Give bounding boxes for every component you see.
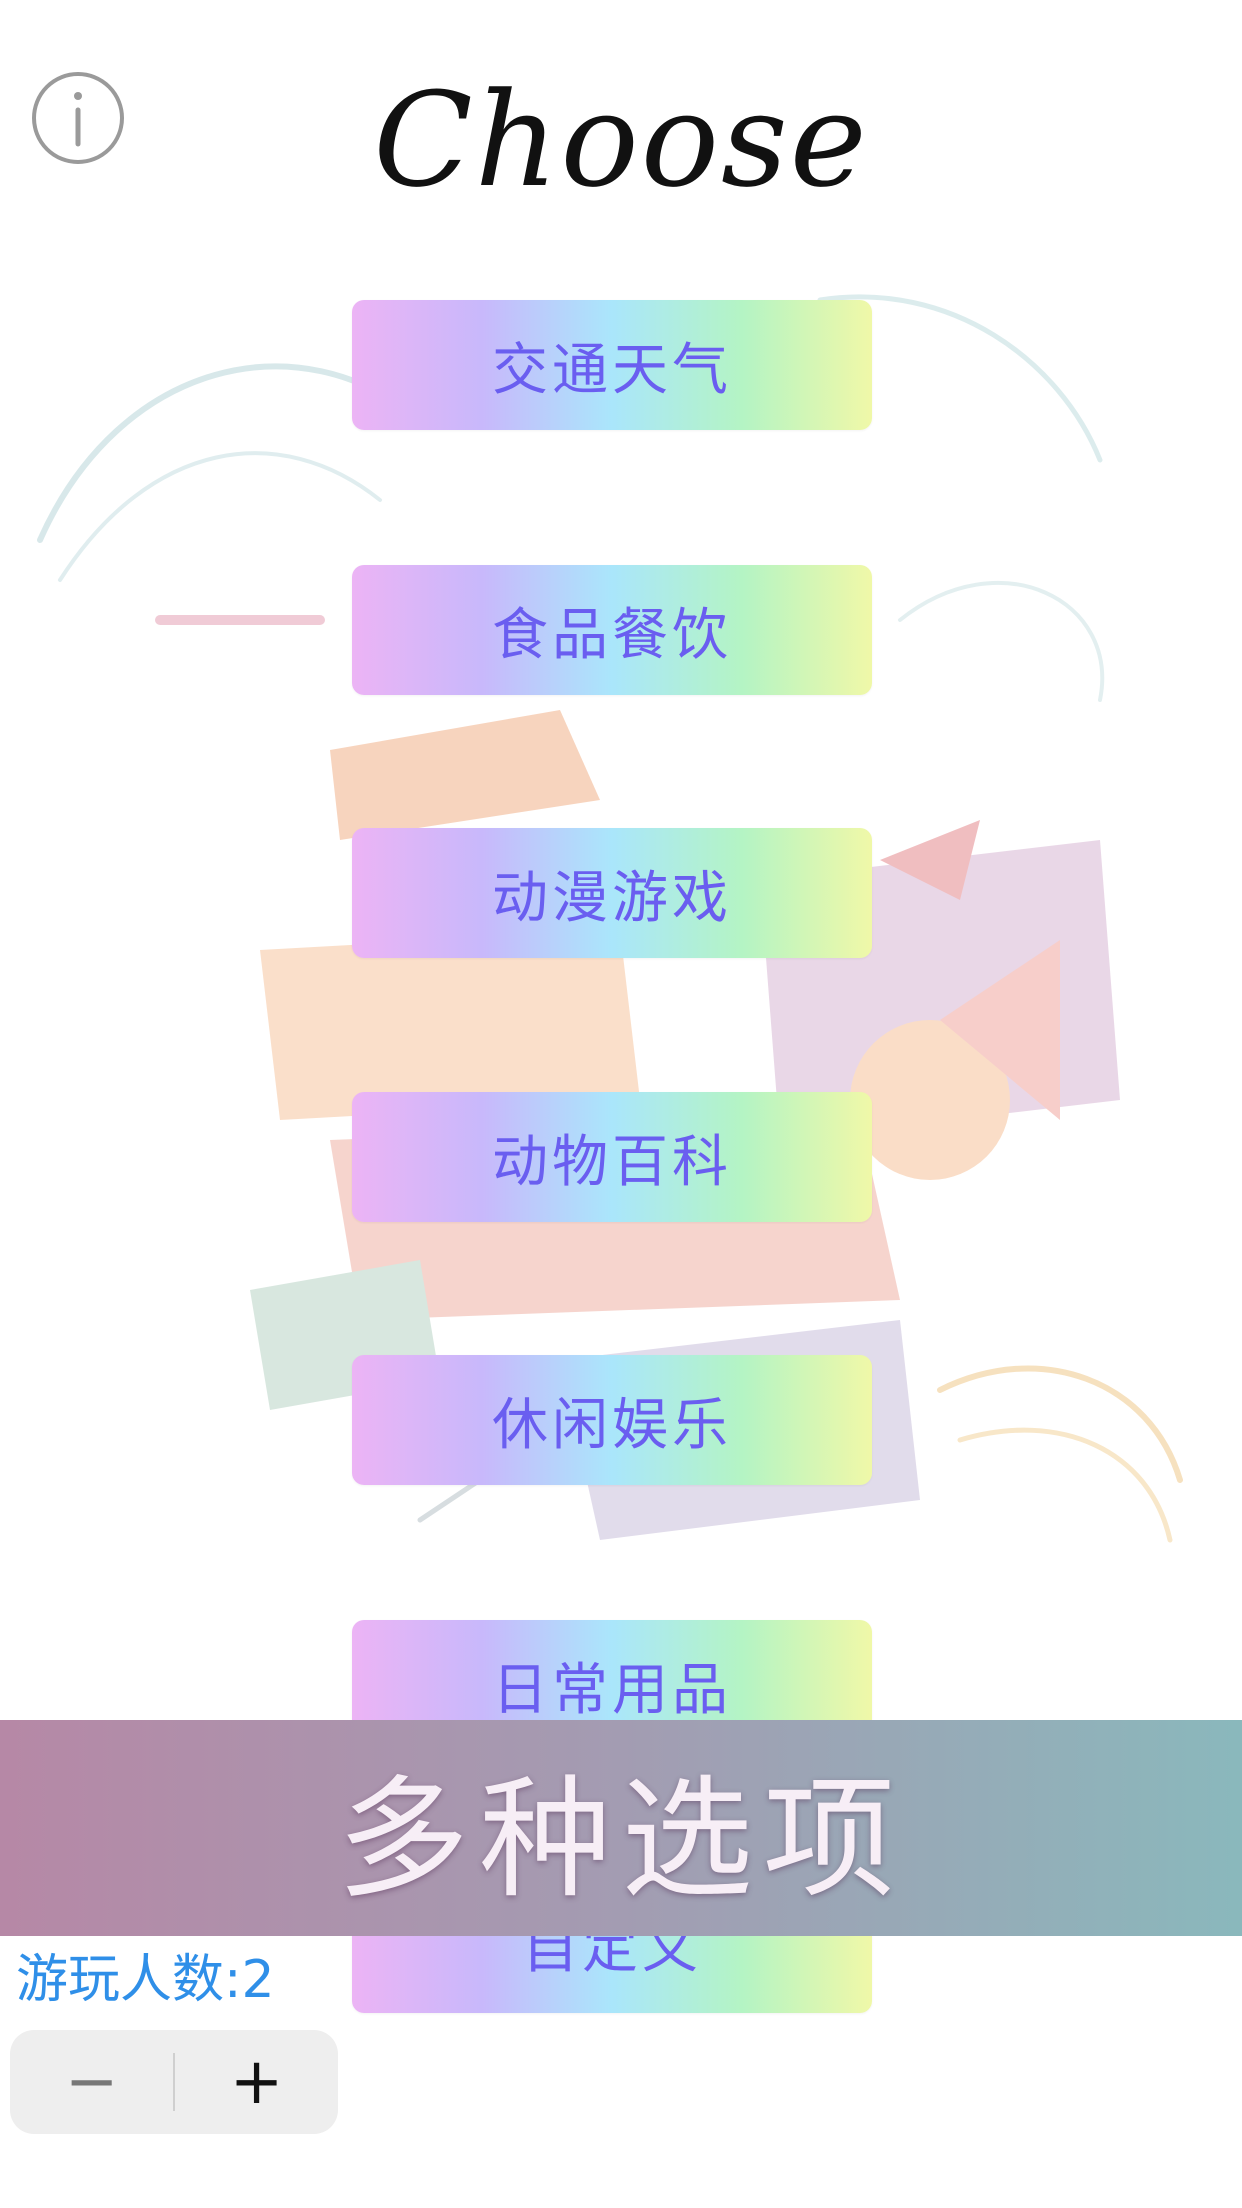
player-count-stepper[interactable]: − + (10, 2030, 338, 2134)
increment-button[interactable]: + (175, 2030, 338, 2134)
category-button-animal-encyclopedia[interactable]: 动物百科 (352, 1092, 872, 1222)
category-button-food-dining[interactable]: 食品餐饮 (352, 565, 872, 695)
category-button-transport-weather[interactable]: 交通天气 (352, 300, 872, 430)
category-button-leisure-entertainment[interactable]: 休闲娱乐 (352, 1355, 872, 1485)
background-illustration (37, 294, 1183, 1543)
player-count-label: 游玩人数:2 (16, 1950, 275, 2010)
decrement-button[interactable]: − (10, 2030, 173, 2134)
category-button-anime-games[interactable]: 动漫游戏 (352, 828, 872, 958)
promo-banner: 多种选项 (0, 1720, 1242, 1936)
promo-banner-text: 多种选项 (337, 1762, 905, 1917)
plus-icon: + (229, 2045, 284, 2119)
minus-icon: − (64, 2045, 119, 2119)
page-title: Choose (373, 64, 869, 216)
